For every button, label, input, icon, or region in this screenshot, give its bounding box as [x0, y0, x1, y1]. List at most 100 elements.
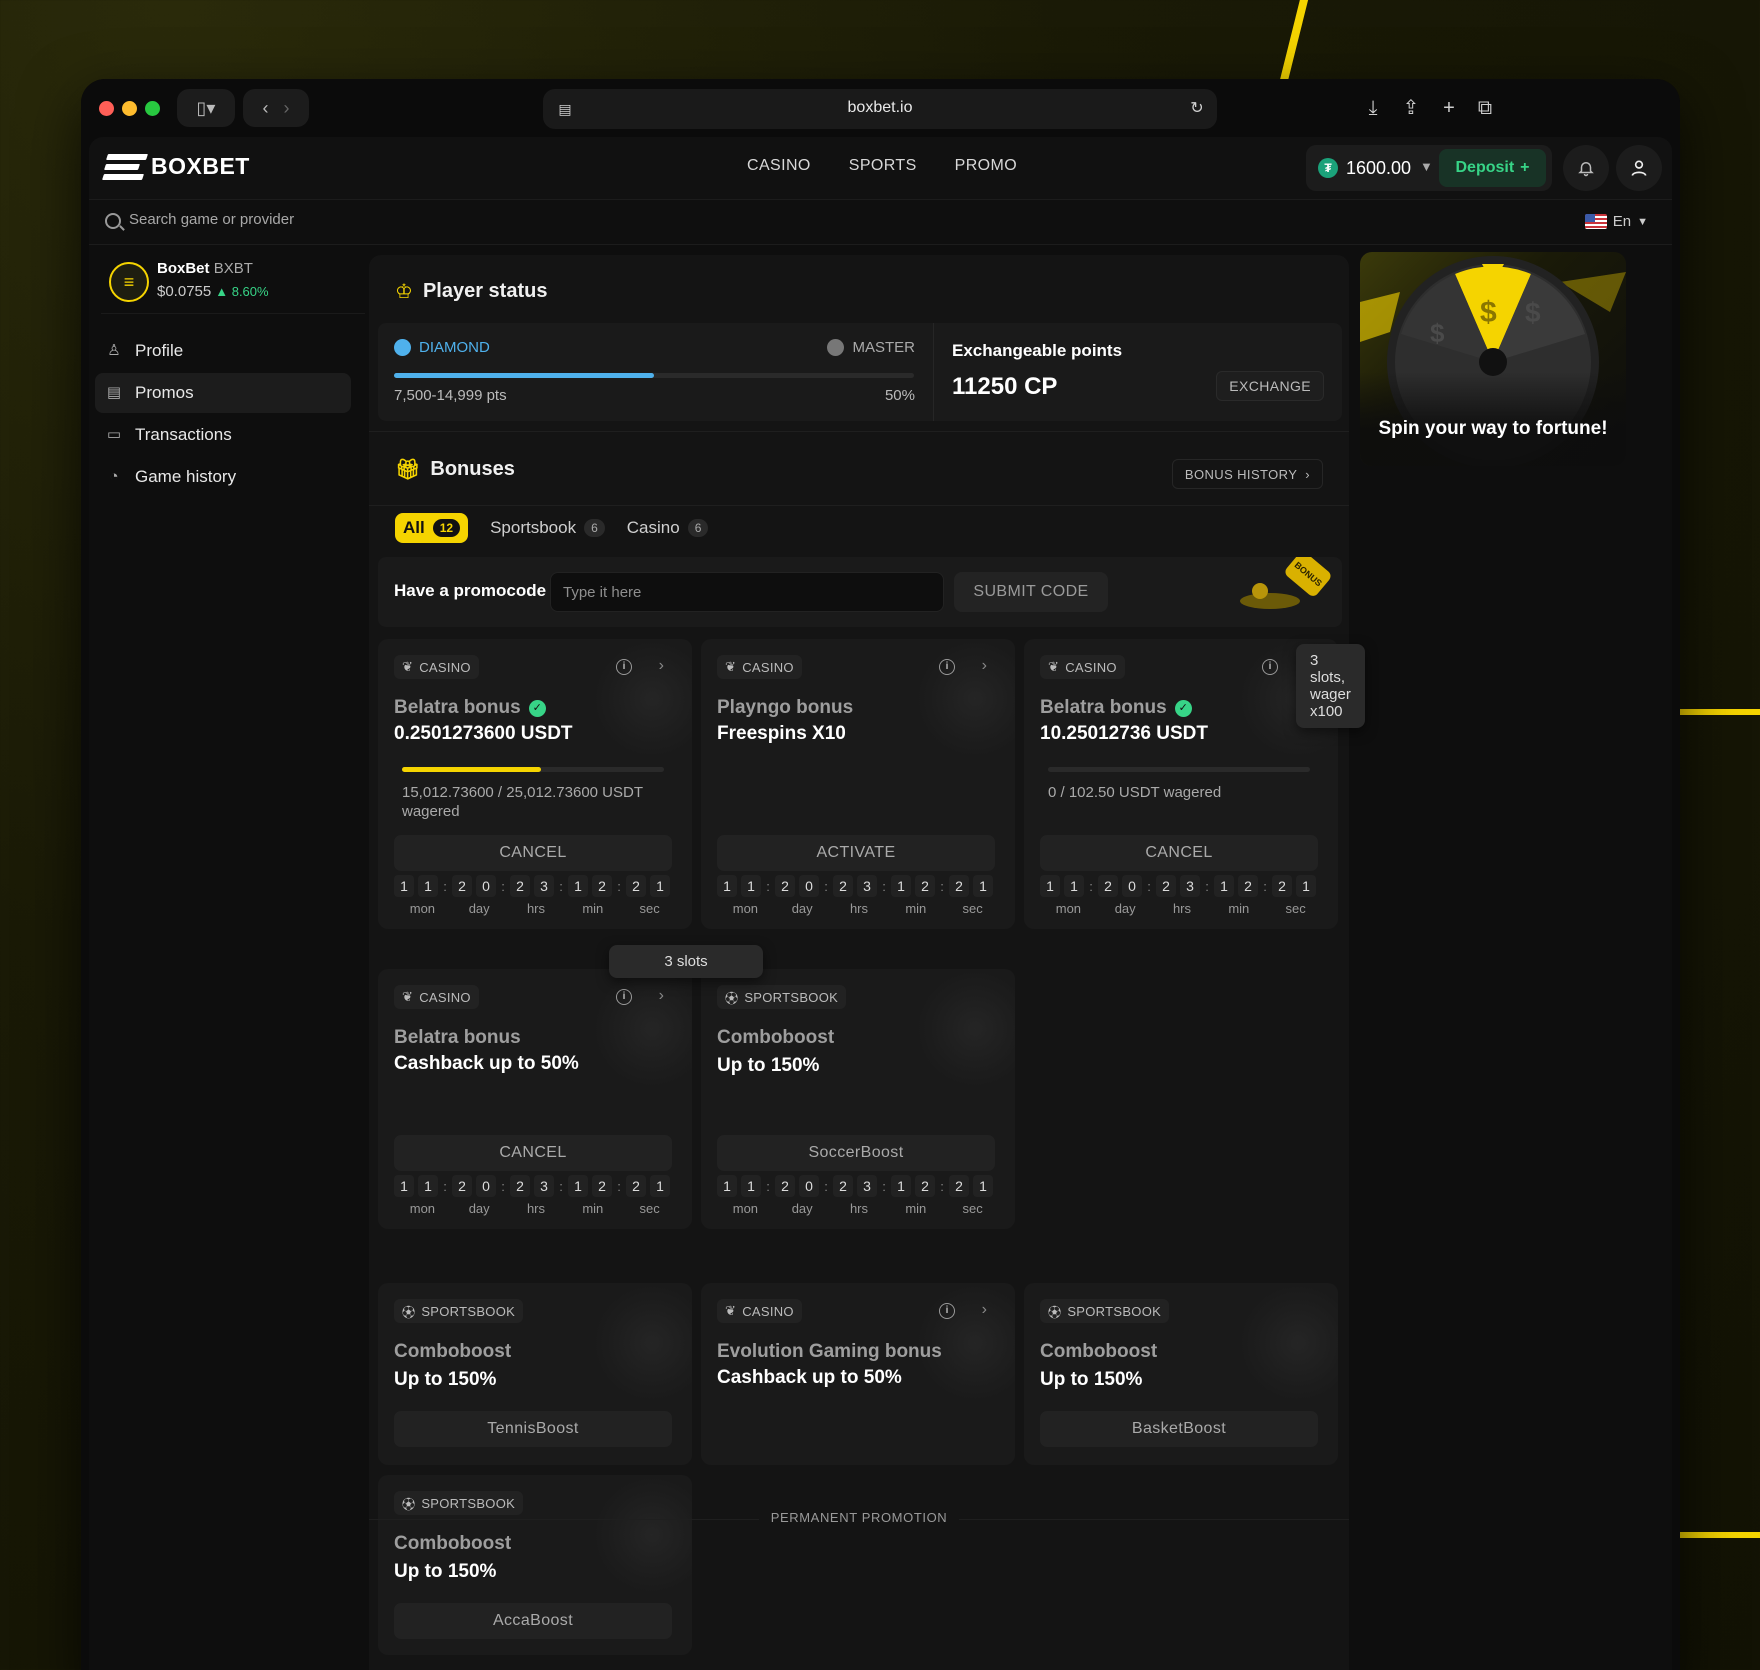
- language-selector[interactable]: En ▼: [1584, 213, 1648, 230]
- history-icon: ◔: [109, 468, 119, 485]
- new-tab-icon[interactable]: +: [1437, 96, 1461, 120]
- reload-icon[interactable]: ↻: [1185, 97, 1209, 121]
- tab-casino[interactable]: Casino 6: [627, 518, 709, 538]
- decor-line: [1278, 0, 1310, 90]
- timer-digit: 2: [833, 875, 853, 897]
- timer-label: min: [582, 1201, 604, 1216]
- minimize-window-button[interactable]: [122, 101, 137, 116]
- timer-digit: 0: [476, 875, 496, 897]
- info-icon[interactable]: i: [1262, 659, 1278, 675]
- tabs-overview-icon[interactable]: ⧉: [1473, 96, 1497, 120]
- chevron-right-icon[interactable]: ›: [982, 657, 987, 675]
- timer-label: hrs: [1172, 901, 1192, 916]
- timer-separator: :: [766, 878, 770, 894]
- level-progress: DIAMOND MASTER 7,500-14,999 pts 50%: [378, 323, 934, 421]
- usdt-coin-icon: ₮: [1318, 158, 1338, 178]
- chevron-right-icon[interactable]: ›: [659, 657, 664, 675]
- exchange-button[interactable]: EXCHANGE: [1216, 371, 1324, 401]
- user-icon[interactable]: [1616, 145, 1662, 191]
- token-widget: ≡ BoxBet BXBT $0.0755 ▲ 8.60%: [101, 252, 365, 314]
- timer-label: sec: [639, 901, 660, 916]
- timer-digit: 1: [394, 1175, 414, 1197]
- bonuses-heading: 🎁︎ Bonuses: [395, 457, 515, 482]
- info-icon[interactable]: i: [616, 659, 632, 675]
- tooltip: 3 slots, wager x100: [1296, 644, 1365, 728]
- bonus-card: ❦ CASINO i › Belatra bonus Cashback up to 50%…: [378, 969, 692, 1229]
- card-action-button[interactable]: CANCEL: [394, 835, 672, 871]
- logo[interactable]: BOXBET: [102, 153, 250, 180]
- tab-all[interactable]: All 12: [395, 513, 469, 543]
- browser-window: ▯▾ ‹ › ▤ boxbet.io ↻ ⤓ ⇪ + ⧉ BOXBET CASI…: [81, 79, 1680, 1670]
- card-action-button[interactable]: TennisBoost: [394, 1411, 672, 1447]
- logo-mark-icon: [102, 153, 148, 180]
- chevron-right-icon[interactable]: ›: [982, 1301, 987, 1319]
- back-forward-buttons[interactable]: ‹ ›: [243, 89, 309, 127]
- chevron-down-icon[interactable]: ▼: [1420, 159, 1433, 174]
- svg-text:$: $: [1430, 318, 1445, 348]
- info-icon[interactable]: i: [939, 659, 955, 675]
- timer-digit: 3: [857, 875, 877, 897]
- timer-digit: 1: [568, 875, 588, 897]
- info-icon[interactable]: i: [939, 1303, 955, 1319]
- cherry-icon: ❦: [402, 989, 414, 1004]
- timer-digit: 1: [717, 875, 737, 897]
- search-input[interactable]: [129, 211, 529, 228]
- divider: [369, 505, 1349, 506]
- promocode-box: Have a promocode SUBMIT CODE BONUS: [378, 557, 1342, 627]
- timer-digit: 3: [534, 1175, 554, 1197]
- close-window-button[interactable]: [99, 101, 114, 116]
- cherry-icon: ❦: [725, 659, 737, 674]
- timer-digit: 0: [476, 1175, 496, 1197]
- sidebar-item-profile[interactable]: ♙ Profile: [95, 331, 351, 371]
- timer-separator: :: [940, 1178, 944, 1194]
- nav-casino[interactable]: CASINO: [747, 157, 811, 175]
- timer-separator: :: [559, 878, 563, 894]
- card-action-button[interactable]: ACTIVATE: [717, 835, 995, 871]
- category-label: SPORTSBOOK: [1067, 1303, 1162, 1319]
- points-range: 7,500-14,999 pts: [394, 387, 507, 404]
- player-status-heading: ♔ Player status: [395, 279, 547, 304]
- nav-sports[interactable]: SPORTS: [849, 157, 917, 175]
- share-icon[interactable]: ⇪: [1399, 96, 1423, 120]
- card-subtitle: Up to 150%: [1040, 1369, 1143, 1390]
- download-icon[interactable]: ⤓: [1361, 96, 1385, 120]
- cherry-icon: ❦: [1048, 659, 1060, 674]
- balance-widget[interactable]: ₮ 1600.00 ▼ Deposit +: [1306, 145, 1552, 191]
- diamond-icon: [394, 339, 411, 356]
- card-action-button[interactable]: BasketBoost: [1040, 1411, 1318, 1447]
- soccer-ball-icon: ⚽︎: [725, 990, 739, 1006]
- promocode-input[interactable]: [550, 572, 944, 612]
- sidebar-item-game-history[interactable]: ◔ Game history: [95, 457, 351, 497]
- permanent-promotion-text: PERMANENT PROMOTION: [758, 1510, 960, 1525]
- forward-icon[interactable]: ›: [284, 98, 290, 119]
- token-symbol: BXBT: [213, 260, 253, 277]
- cherry-icon: ❦: [725, 1303, 737, 1318]
- info-icon[interactable]: i: [616, 989, 632, 1005]
- bell-icon[interactable]: [1563, 145, 1609, 191]
- maximize-window-button[interactable]: [145, 101, 160, 116]
- tab-label: All: [403, 518, 425, 537]
- wheel-banner[interactable]: $ $ $ Spin your way to fortune!: [1360, 252, 1626, 466]
- timer-labels: mon day hrs min sec: [717, 1201, 1001, 1216]
- url-bar[interactable]: ▤ boxbet.io ↻: [543, 89, 1217, 129]
- sidebar-toggle-icon[interactable]: ▯▾: [177, 89, 235, 127]
- crown-icon: ♔: [395, 281, 413, 303]
- card-action-button[interactable]: SoccerBoost: [717, 1135, 995, 1171]
- card-action-button[interactable]: CANCEL: [394, 1135, 672, 1171]
- tab-sportsbook[interactable]: Sportsbook 6: [490, 518, 605, 538]
- deposit-button[interactable]: Deposit +: [1439, 149, 1546, 187]
- card-action-button[interactable]: AccaBoost: [394, 1603, 672, 1639]
- chevron-right-icon[interactable]: ›: [659, 987, 664, 1005]
- sidebar-item-transactions[interactable]: ▭ Transactions: [95, 415, 351, 455]
- card-action-button[interactable]: CANCEL: [1040, 835, 1318, 871]
- bonus-history-button[interactable]: BONUS HISTORY ›: [1171, 459, 1323, 489]
- timer-separator: :: [824, 1178, 828, 1194]
- sidebar-item-promos[interactable]: ▤ Promos: [95, 373, 351, 413]
- nav-promo[interactable]: PROMO: [955, 157, 1017, 175]
- countdown-timer: 1 1:2 0:2 3:1 2:2 1 mon day hrs min sec: [394, 1175, 678, 1216]
- category-badge: ❦ CASINO: [717, 1299, 802, 1323]
- submit-code-button[interactable]: SUBMIT CODE: [954, 572, 1108, 612]
- category-label: SPORTSBOOK: [421, 1495, 516, 1511]
- back-icon[interactable]: ‹: [262, 98, 268, 119]
- card-title: Belatra bonus ✓: [1040, 697, 1192, 719]
